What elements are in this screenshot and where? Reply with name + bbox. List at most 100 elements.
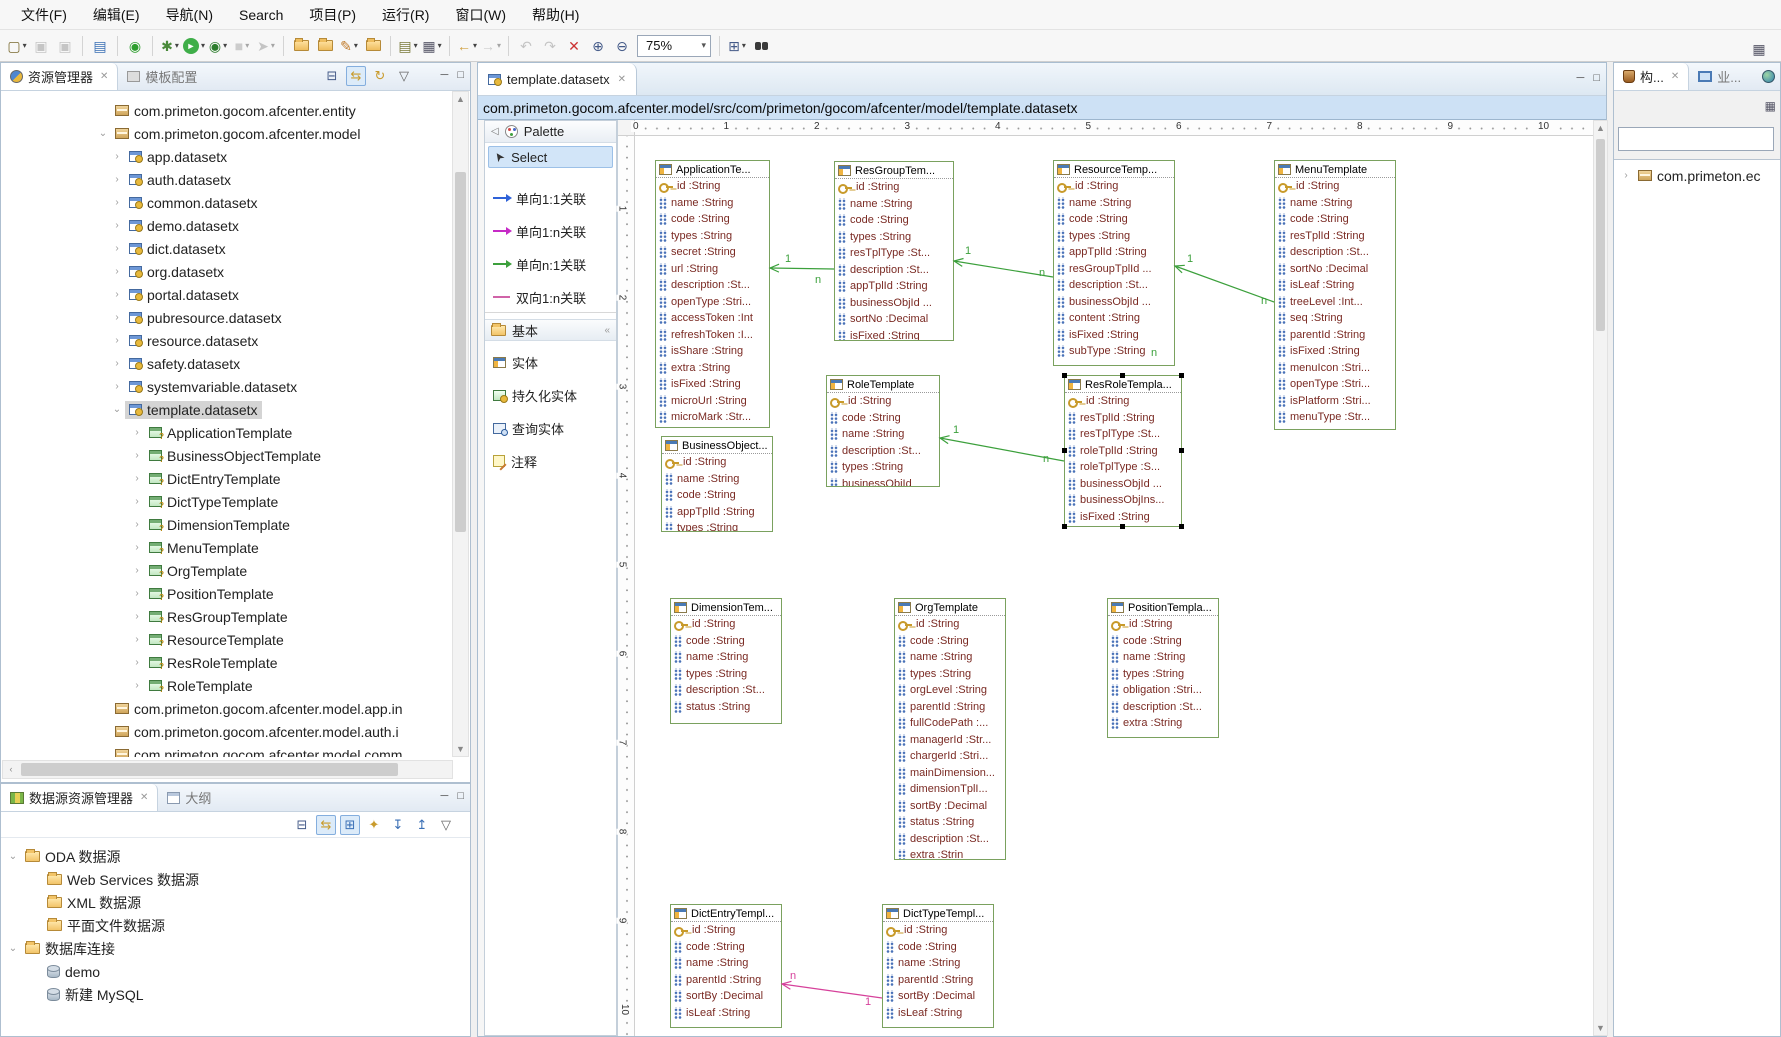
scrollbar-thumb[interactable]	[21, 763, 398, 776]
debug-button[interactable]: ✱▾	[159, 34, 181, 58]
selection-handle[interactable]	[1062, 373, 1067, 378]
chevron-collapsed-icon[interactable]: ›	[109, 381, 125, 392]
collapse-group-icon[interactable]: «	[604, 325, 610, 336]
explorer-row-portal-datasetx[interactable]: ›portal.datasetx	[1, 283, 453, 306]
selection-handle[interactable]	[1120, 524, 1125, 529]
scrollbar-thumb[interactable]	[455, 172, 466, 532]
scroll-up-icon[interactable]: ▲	[1594, 121, 1607, 135]
datasource-row-oda-[interactable]: ⌄ODA 数据源	[1, 845, 469, 868]
chevron-collapsed-icon[interactable]: ›	[109, 243, 125, 254]
datasource-row--mysql[interactable]: 新建 MySQL	[1, 983, 469, 1006]
coverage-button[interactable]: ◉▾	[207, 34, 229, 58]
explorer-row-pubresource-datasetx[interactable]: ›pubresource.datasetx	[1, 306, 453, 329]
close-icon[interactable]: ✕	[618, 74, 626, 85]
menu-item-导航(N)[interactable]: 导航(N)	[153, 0, 226, 30]
editor-vscrollbar[interactable]: ▲ ▼	[1593, 120, 1608, 1036]
explorer-row-applicationtemplate[interactable]: ›ApplicationTemplate	[1, 421, 453, 444]
start-server-button[interactable]: ◉	[124, 34, 146, 58]
explorer-row-com-primeton-gocom-afcenter-model-comm[interactable]: com.primeton.gocom.afcenter.model.comm	[1, 743, 453, 757]
link-with-editor-icon[interactable]: ⇆	[316, 815, 336, 835]
datasource-row-demo[interactable]: demo	[1, 960, 469, 983]
palette-tool-双向1:n关联[interactable]: 双向1:n关联	[488, 284, 613, 310]
selection-handle[interactable]	[1179, 373, 1184, 378]
menu-item-窗口(W)[interactable]: 窗口(W)	[442, 0, 519, 30]
menu-item-运行(R)[interactable]: 运行(R)	[369, 0, 442, 30]
selection-handle[interactable]	[1179, 524, 1184, 529]
chevron-expanded-icon[interactable]: ⌄	[5, 943, 21, 954]
view-menu-icon[interactable]: ▽	[436, 815, 456, 835]
scroll-left-icon[interactable]: ‹	[3, 761, 19, 778]
palette-group-basic[interactable]: 基本«	[485, 319, 616, 341]
chevron-collapsed-icon[interactable]: ›	[109, 266, 125, 277]
save-all-button[interactable]: ▣	[54, 34, 76, 58]
explorer-row-resroletemplate[interactable]: ›ResRoleTemplate	[1, 651, 453, 674]
scroll-down-icon[interactable]: ▼	[453, 742, 468, 756]
entity-PositionTempla[interactable]: PositionTempla...id :Stringcode :Stringn…	[1107, 598, 1219, 738]
chevron-collapsed-icon[interactable]: ›	[129, 496, 145, 507]
maximize-icon[interactable]: □	[457, 790, 464, 802]
save-button[interactable]: ▣	[30, 34, 52, 58]
layout-button[interactable]: ⊞▾	[726, 34, 748, 58]
explorer-row-businessobjecttemplate[interactable]: ›BusinessObjectTemplate	[1, 444, 453, 467]
datasource-row--[interactable]: 平面文件数据源	[1, 914, 469, 937]
close-icon[interactable]: ✕	[140, 792, 148, 803]
open-resource-button[interactable]	[290, 34, 312, 58]
minimize-icon[interactable]: ─	[441, 69, 449, 81]
diagram-canvas[interactable]: ApplicationTe...id :Stringname :Stringco…	[635, 136, 1593, 1036]
search-button[interactable]	[750, 34, 772, 58]
chevron-expanded-icon[interactable]: ⌄	[109, 404, 125, 415]
explorer-row-auth-datasetx[interactable]: ›auth.datasetx	[1, 168, 453, 191]
explorer-row-com-primeton-gocom-afcenter-entity[interactable]: com.primeton.gocom.afcenter.entity	[1, 99, 453, 122]
explorer-row-orgtemplate[interactable]: ›OrgTemplate	[1, 559, 453, 582]
annotation-button[interactable]: ✎▾	[338, 34, 360, 58]
explorer-hscrollbar[interactable]: ‹	[2, 760, 453, 779]
undo-button[interactable]: ↶	[515, 34, 537, 58]
chevron-collapsed-icon[interactable]: ›	[109, 289, 125, 300]
tree-mode-icon[interactable]: ⊞	[340, 815, 360, 835]
explorer-row-com-primeton-gocom-afcenter-model[interactable]: ⌄com.primeton.gocom.afcenter.model	[1, 122, 453, 145]
datasource-row-web-services-[interactable]: Web Services 数据源	[1, 868, 469, 891]
collapse-all-icon[interactable]: ⊟	[292, 815, 312, 835]
grid-view-icon[interactable]: ▦	[1765, 99, 1776, 113]
palette-tool-单向n:1关联[interactable]: 单向n:1关联	[488, 251, 613, 277]
entity-ResRoleTempla[interactable]: ResRoleTempla...id :StringresTplId :Stri…	[1064, 375, 1182, 527]
explorer-row-org-datasetx[interactable]: ›org.datasetx	[1, 260, 453, 283]
explorer-row-positiontemplate[interactable]: ›PositionTemplate	[1, 582, 453, 605]
globe-icon[interactable]	[1762, 70, 1775, 86]
redo-button[interactable]: ↷	[539, 34, 561, 58]
menu-item-Search[interactable]: Search	[226, 2, 296, 28]
chevron-collapsed-icon[interactable]: ›	[109, 197, 125, 208]
chevron-collapsed-icon[interactable]: ›	[109, 335, 125, 346]
explorer-row-template-datasetx[interactable]: ⌄template.datasetx	[1, 398, 453, 421]
refresh-icon[interactable]: ↻	[370, 66, 390, 86]
explorer-row-dimensiontemplate[interactable]: ›DimensionTemplate	[1, 513, 453, 536]
chevron-collapsed-icon[interactable]: ›	[109, 220, 125, 231]
tab-outline[interactable]: 大纲	[158, 784, 220, 811]
selection-handle[interactable]	[1120, 373, 1125, 378]
tab-resource-explorer[interactable]: 资源管理器 ✕	[1, 63, 118, 90]
new-button[interactable]: ▢▾	[6, 34, 28, 58]
search-input[interactable]	[1618, 127, 1774, 151]
open-archive-button[interactable]	[362, 34, 384, 58]
forward-button[interactable]: →▾	[480, 34, 502, 58]
chevron-collapsed-icon[interactable]: ›	[129, 427, 145, 438]
palette-header[interactable]: ◁ Palette	[485, 121, 616, 143]
run-button[interactable]: ►▾	[183, 34, 205, 58]
right-row-com-primeton-ec[interactable]: ›com.primeton.ec	[1614, 164, 1780, 187]
maximize-icon[interactable]: □	[457, 69, 464, 81]
explorer-row-dict-datasetx[interactable]: ›dict.datasetx	[1, 237, 453, 260]
entity-ApplicationTe[interactable]: ApplicationTe...id :Stringname :Stringco…	[655, 160, 770, 428]
zoom-level-combo[interactable]: 75%▾	[637, 35, 711, 57]
tab-template-config[interactable]: 模板配置	[118, 63, 206, 90]
menu-item-帮助(H)[interactable]: 帮助(H)	[519, 0, 592, 30]
chevron-expanded-icon[interactable]: ⌄	[95, 128, 111, 139]
entity-MenuTemplate[interactable]: MenuTemplateid :Stringname :Stringcode :…	[1274, 160, 1396, 430]
import-config-icon[interactable]: ↧	[388, 815, 408, 835]
menu-item-项目(P)[interactable]: 项目(P)	[296, 0, 369, 30]
back-button[interactable]: ←▾	[456, 34, 478, 58]
explorer-row-dicttypetemplate[interactable]: ›DictTypeTemplate	[1, 490, 453, 513]
selection-handle[interactable]	[1062, 448, 1067, 453]
entity-BusinessObject[interactable]: BusinessObject...id :Stringname :Stringc…	[661, 436, 773, 532]
selection-handle[interactable]	[1062, 524, 1067, 529]
chevron-collapsed-icon[interactable]: ›	[129, 634, 145, 645]
